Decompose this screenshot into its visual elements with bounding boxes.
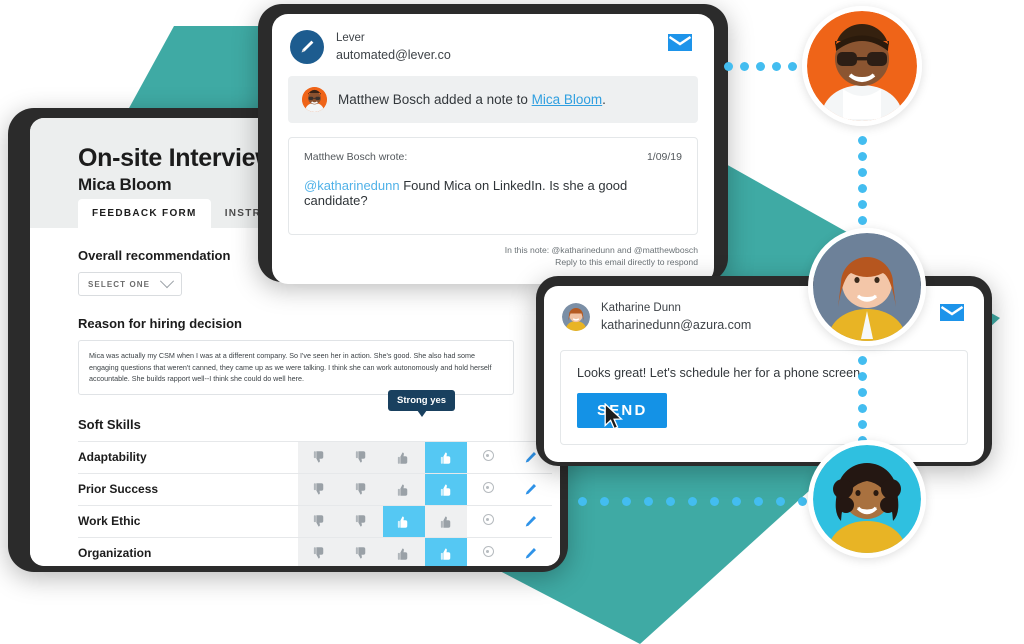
reason-label: Reason for hiring decision bbox=[78, 316, 242, 331]
row-spacer bbox=[271, 536, 298, 566]
note-author-label: Matthew Bosch wrote: bbox=[304, 151, 408, 163]
pencil-icon bbox=[526, 515, 537, 527]
note-email-from-address: automated@lever.co bbox=[336, 47, 451, 62]
pencil-icon bbox=[526, 483, 537, 495]
circle-icon bbox=[482, 514, 494, 526]
rating-note-button[interactable] bbox=[509, 504, 552, 538]
soft-skills-heading: Soft Skills bbox=[78, 416, 141, 432]
rating-no[interactable] bbox=[340, 472, 383, 506]
note-footer-line-1: In this note: @katharinedunn and @matthe… bbox=[504, 245, 698, 255]
candidate-link[interactable]: Mica Bloom bbox=[532, 92, 603, 107]
note-footer: In this note: @katharinedunn and @matthe… bbox=[272, 244, 698, 269]
note-banner-text: Matthew Bosch added a note to Mica Bloom… bbox=[338, 92, 606, 107]
note-banner-after: . bbox=[602, 92, 606, 107]
reply-email-device-frame: Katharine Dunn katharinedunn@azura.com L… bbox=[536, 276, 992, 466]
avatar-matthew-bosch bbox=[802, 6, 922, 126]
rating-note-button[interactable] bbox=[509, 472, 552, 506]
rating-strong-yes[interactable] bbox=[424, 472, 468, 506]
table-row: Work Ethic bbox=[78, 504, 552, 538]
note-email-from-name: Lever bbox=[336, 32, 365, 45]
rating-strong-no[interactable] bbox=[297, 472, 341, 506]
avatar-candidate bbox=[808, 440, 926, 558]
row-spacer bbox=[271, 472, 298, 506]
note-quote-box: Matthew Bosch wrote: 1/09/19 @katharined… bbox=[288, 137, 698, 235]
row-spacer bbox=[271, 440, 298, 474]
rating-no-opinion[interactable] bbox=[467, 536, 510, 566]
note-email-card: Lever automated@lever.co Matthew Bosch a… bbox=[272, 14, 714, 284]
rating-strong-yes[interactable] bbox=[424, 536, 468, 566]
envelope-icon[interactable] bbox=[940, 304, 964, 321]
note-date: 1/09/19 bbox=[646, 151, 682, 163]
rating-no-opinion[interactable] bbox=[467, 472, 510, 506]
rating-strong-yes[interactable] bbox=[424, 440, 468, 474]
avatar-katharine-dunn bbox=[808, 228, 926, 346]
rating-no-opinion[interactable] bbox=[467, 440, 510, 474]
circle-icon bbox=[482, 546, 494, 558]
rating-strong-yes[interactable] bbox=[424, 504, 468, 538]
envelope-icon[interactable] bbox=[668, 34, 692, 51]
table-row: Organization bbox=[78, 536, 552, 566]
avatar-katharine-small bbox=[562, 302, 590, 331]
reason-textarea[interactable]: Mica was actually my CSM when I was at a… bbox=[78, 340, 514, 395]
rating-yes[interactable] bbox=[382, 440, 425, 474]
reply-email-from-name: Katharine Dunn bbox=[601, 302, 681, 314]
avatar-matthew-small bbox=[302, 87, 327, 112]
pencil-icon bbox=[526, 547, 537, 559]
circle-icon bbox=[482, 450, 494, 462]
rating-yes[interactable] bbox=[382, 472, 425, 506]
skill-name: Work Ethic bbox=[78, 504, 272, 538]
table-row: Prior Success bbox=[78, 472, 552, 506]
note-body: @katharinedunn Found Mica on LinkedIn. I… bbox=[304, 178, 682, 208]
reply-email-from-address: katharinedunn@azura.com bbox=[601, 317, 752, 332]
skill-name: Organization bbox=[78, 536, 272, 566]
row-spacer bbox=[271, 504, 298, 538]
note-footer-line-2: Reply to this email directly to respond bbox=[555, 257, 698, 268]
note-email-device-frame: Lever automated@lever.co Matthew Bosch a… bbox=[258, 4, 728, 284]
recommendation-select-value: SELECT ONE bbox=[88, 279, 151, 289]
pencil-icon bbox=[526, 451, 537, 463]
rating-yes[interactable] bbox=[382, 536, 425, 566]
mouse-cursor bbox=[604, 403, 624, 430]
rating-strong-no[interactable] bbox=[297, 504, 341, 538]
screenshot-stage: On-site Interview Mica Bloom FEEDBACK FO… bbox=[0, 0, 1024, 644]
recommendation-select[interactable]: SELECT ONE bbox=[78, 272, 183, 296]
rating-note-button[interactable] bbox=[509, 536, 552, 566]
rating-no-opinion[interactable] bbox=[467, 504, 510, 538]
note-banner-before: Matthew Bosch added a note to bbox=[338, 92, 532, 107]
rating-no[interactable] bbox=[340, 504, 383, 538]
note-mention[interactable]: @katharinedunn bbox=[304, 178, 400, 193]
note-banner: Matthew Bosch added a note to Mica Bloom… bbox=[288, 76, 698, 123]
skills-rating-table: Adaptability Prior Success Work Ethic Organ… bbox=[78, 440, 552, 566]
strong-yes-tooltip: Strong yes bbox=[388, 390, 456, 417]
skill-name: Prior Success bbox=[78, 472, 272, 506]
chevron-down-icon bbox=[160, 274, 175, 289]
note-email-header: Lever automated@lever.co bbox=[272, 14, 714, 76]
table-row: Adaptability bbox=[78, 440, 552, 474]
skill-name: Adaptability bbox=[78, 440, 272, 474]
rating-no[interactable] bbox=[340, 536, 383, 566]
tab-feedback-form[interactable]: FEEDBACK FORM bbox=[78, 199, 211, 228]
reply-message[interactable]: Looks great! Let's schedule her for a ph… bbox=[577, 366, 951, 380]
rating-strong-no[interactable] bbox=[297, 536, 341, 566]
circle-icon bbox=[482, 482, 494, 494]
lever-logo-icon bbox=[290, 30, 324, 64]
rating-no[interactable] bbox=[340, 440, 383, 474]
rating-yes[interactable] bbox=[382, 504, 425, 538]
rating-strong-no[interactable] bbox=[297, 440, 341, 474]
